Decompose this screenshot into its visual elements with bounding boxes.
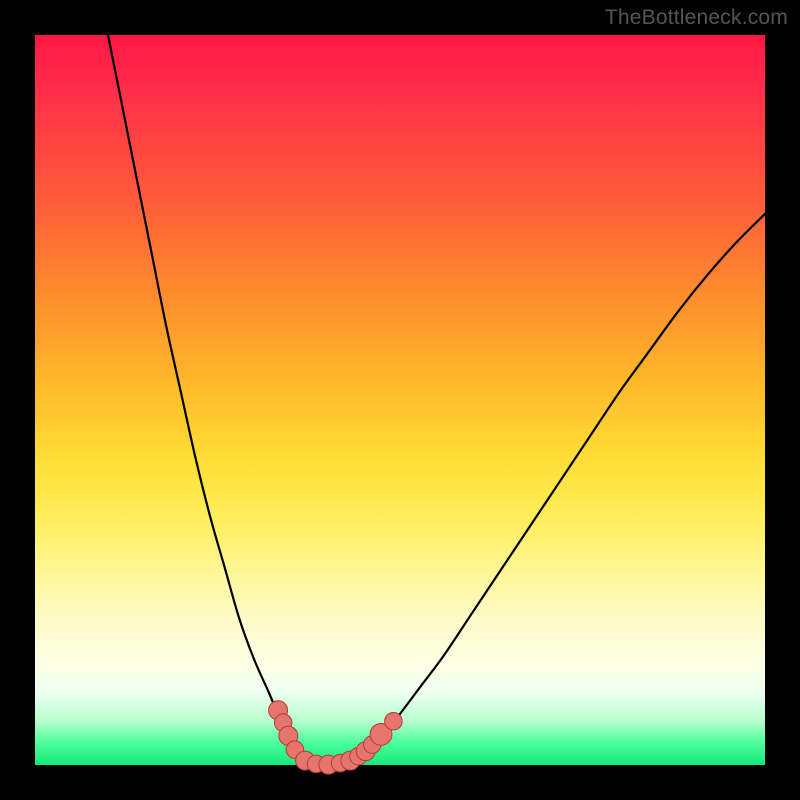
watermark-text: TheBottleneck.com <box>605 6 788 30</box>
chart-frame: TheBottleneck.com <box>0 0 800 800</box>
plot-area <box>35 35 765 765</box>
curve-layer <box>35 35 765 765</box>
bottleneck-curve <box>108 35 765 765</box>
curve-marker <box>385 712 403 730</box>
curve-markers <box>269 701 403 774</box>
